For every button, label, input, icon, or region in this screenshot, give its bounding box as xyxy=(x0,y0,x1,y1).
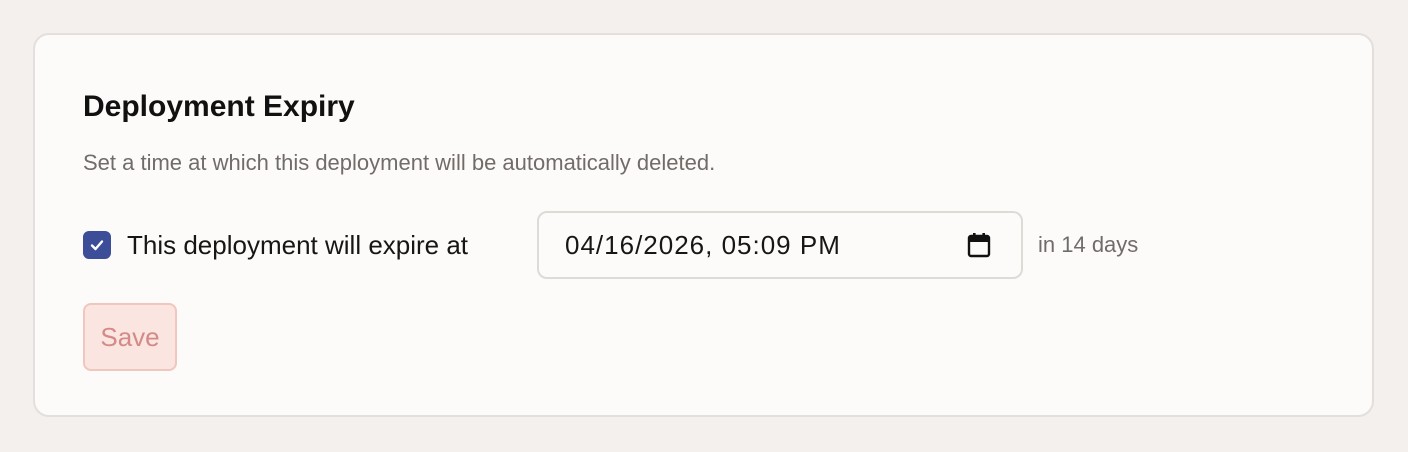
expiry-datetime-input[interactable]: 04/16/2026, 05:09 PM xyxy=(537,211,1023,279)
datetime-value: 04/16/2026, 05:09 PM xyxy=(565,229,841,260)
expiry-checkbox[interactable] xyxy=(83,231,111,259)
relative-expiry-text: in 14 days xyxy=(1038,232,1139,257)
calendar-icon[interactable] xyxy=(967,232,991,258)
deployment-expiry-card: Deployment Expiry Set a time at which th… xyxy=(33,33,1374,417)
save-button[interactable]: Save xyxy=(83,303,177,371)
check-icon xyxy=(90,240,104,251)
expiry-label[interactable]: This deployment will expire at xyxy=(127,228,468,262)
card-title: Deployment Expiry xyxy=(83,90,355,123)
card-description: Set a time at which this deployment will… xyxy=(83,150,716,175)
